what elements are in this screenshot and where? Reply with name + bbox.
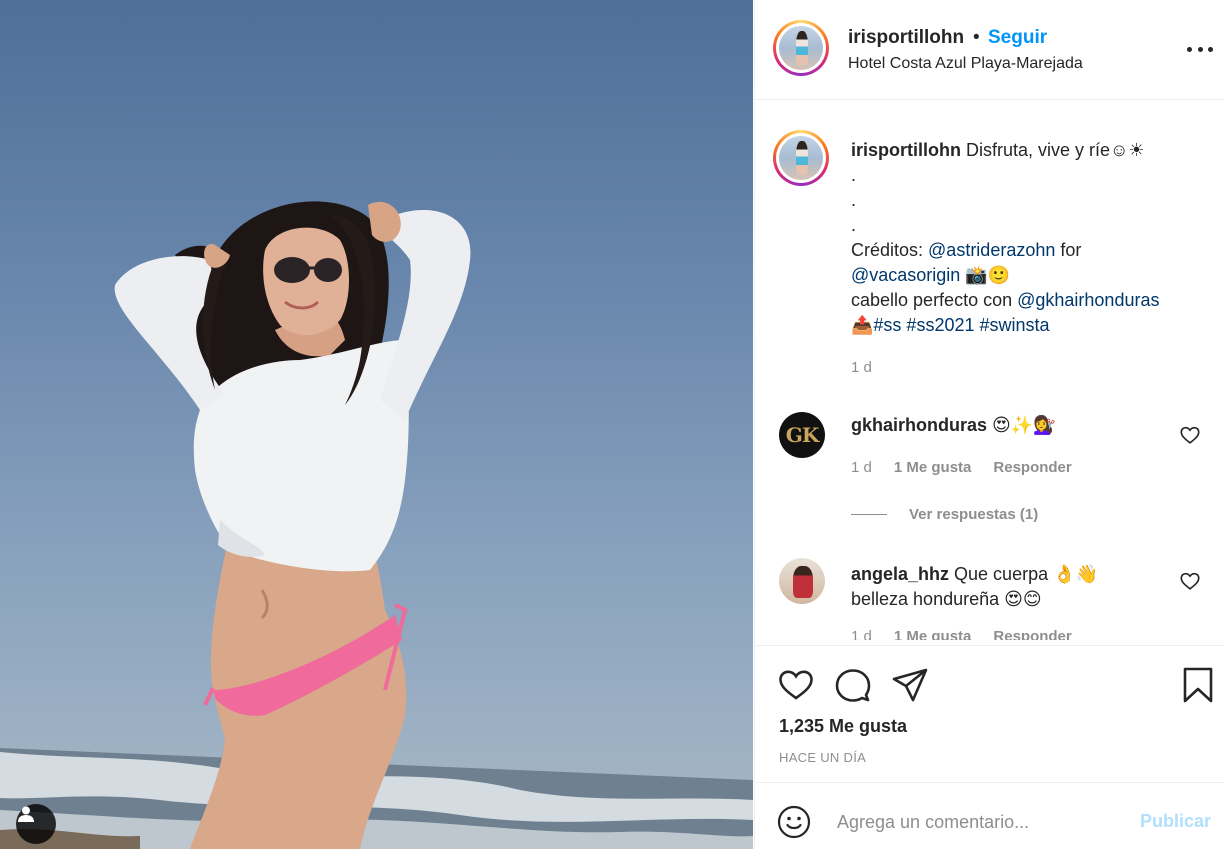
comment-like-icon[interactable] [1179,424,1201,446]
more-options-button[interactable] [1187,36,1213,62]
caption-username[interactable]: irisportillohn [851,140,961,160]
hair-text: cabello perfecto con [851,290,1018,310]
location-link[interactable]: Hotel Costa Azul Playa-Marejada [848,55,1083,73]
caption: irisportillohn Disfruta, vive y ríe☺☀ . … [851,138,1211,338]
mention-gkhairhonduras[interactable]: @gkhairhonduras [1017,290,1159,310]
comment-meta-clipped: 1 d 1 Me gusta Responder [851,628,1171,640]
comment-text: Que cuerpa 👌👋 [949,564,1098,584]
caption-text: Disfruta, vive y ríe☺☀ [966,140,1145,160]
share-icon[interactable] [891,666,929,704]
comment-username[interactable]: angela_hhz [851,564,949,584]
comment-icon[interactable] [834,666,872,704]
comment-likes[interactable]: 1 Me gusta [894,459,972,476]
post-header: irisportillohn • Seguir Hotel Costa Azul… [755,0,1224,100]
commenter-avatar[interactable] [779,558,825,604]
post-actions: 1,235 Me gusta HACE UN DÍA Publicar [755,645,1224,849]
photo-illustration [0,201,753,849]
post-timestamp[interactable]: HACE UN DÍA [779,750,866,765]
post-photo[interactable] [0,0,753,849]
caption-dot: . [851,190,857,210]
add-comment-bar: Publicar [755,782,1224,849]
user-tag-icon [18,806,34,822]
mention-vacasorigin[interactable]: @vacasorigin [851,265,960,285]
credits-label: Créditos: [851,240,929,260]
gk-logo: GK [785,423,819,447]
replies-divider [851,514,887,515]
likes-count[interactable]: 1,235 Me gusta [779,716,907,737]
hashtag-emoji: 📤 [851,315,874,335]
comment-text-line2: belleza hondureña 😍😊 [851,589,1042,609]
user-tag-button[interactable] [16,804,56,844]
mention2-emoji: 📸🙂 [960,265,1011,285]
comment-username[interactable]: gkhairhonduras [851,415,987,435]
view-replies-label: Ver respuestas (1) [909,506,1039,523]
post-side-panel: irisportillohn • Seguir Hotel Costa Azul… [754,0,1224,849]
credits-for: for [1055,240,1082,260]
reply-button[interactable]: Responder [993,628,1071,640]
comment-meta: 1 d 1 Me gusta Responder [851,459,1094,476]
header-separator: • [973,27,980,48]
comment-time[interactable]: 1 d [851,628,872,640]
comment-likes[interactable]: 1 Me gusta [894,628,972,640]
comment-input[interactable] [837,805,1127,839]
view-replies-button[interactable]: Ver respuestas (1) [851,506,1038,523]
emoji-icon[interactable] [777,805,811,839]
author-username[interactable]: irisportillohn [848,27,964,49]
reply-button[interactable]: Responder [993,459,1071,476]
comment: gkhairhonduras 😍✨💇‍♀️ [851,413,1171,438]
comment-like-icon[interactable] [1179,570,1201,592]
commenter-avatar[interactable]: GK [779,412,825,458]
comment-meta: 1 d 1 Me gusta Responder [851,628,1094,640]
more-horizontal-icon [1187,46,1192,52]
comment-time[interactable]: 1 d [851,459,872,476]
comment: angela_hhz Que cuerpa 👌👋 belleza hondure… [851,562,1171,612]
author-avatar[interactable] [773,20,829,76]
mention-astriderazohn[interactable]: @astriderazohn [928,240,1055,260]
caption-dot: . [851,165,857,185]
follow-button[interactable]: Seguir [988,27,1047,49]
like-icon[interactable] [777,666,815,704]
hashtags[interactable]: #ss #ss2021 #swinsta [873,315,1049,335]
bookmark-icon[interactable] [1179,666,1217,704]
caption-author-avatar[interactable] [773,130,829,186]
publish-button[interactable]: Publicar [1140,811,1211,832]
caption-time[interactable]: 1 d [851,359,872,376]
caption-dot: . [851,215,857,235]
comment-text: 😍✨💇‍♀️ [987,415,1056,435]
